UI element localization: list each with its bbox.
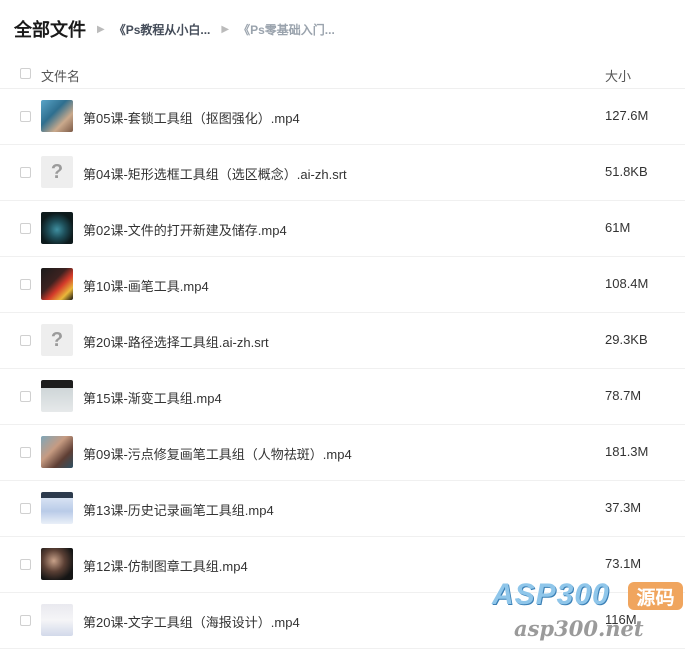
file-name[interactable]: 第09课-污点修复画笔工具组（人物祛斑）.mp4 (83, 444, 352, 463)
file-name[interactable]: 第20课-文字工具组（海报设计）.mp4 (83, 612, 300, 631)
file-size: 61M (605, 220, 631, 235)
file-row[interactable]: ? 第04课-矩形选框工具组（选区概念）.ai-zh.srt 51.8KB (0, 145, 685, 201)
row-checkbox[interactable] (20, 279, 31, 290)
file-name[interactable]: 第10课-画笔工具.mp4 (83, 276, 209, 295)
video-thumbnail (41, 604, 73, 636)
video-thumbnail (41, 100, 73, 132)
breadcrumb-separator-icon: ▶ (97, 23, 105, 35)
file-name[interactable]: 第12课-仿制图章工具组.mp4 (83, 556, 248, 575)
file-row[interactable]: 第05课-套锁工具组（抠图强化）.mp4 127.6M (0, 89, 685, 145)
row-checkbox[interactable] (20, 391, 31, 402)
file-size: 127.6M (605, 108, 649, 123)
file-row[interactable]: 第09课-污点修复画笔工具组（人物祛斑）.mp4 181.3M (0, 425, 685, 481)
file-size: 78.7M (605, 388, 642, 403)
file-row[interactable]: 第13课-历史记录画笔工具组.mp4 37.3M (0, 481, 685, 537)
video-thumbnail (41, 548, 73, 580)
video-thumbnail (41, 436, 73, 468)
column-header-size[interactable]: 大小 (605, 66, 631, 85)
file-row[interactable]: ? 第20课-路径选择工具组.ai-zh.srt 29.3KB (0, 313, 685, 369)
breadcrumb: 全部文件 ▶ 《Ps教程从小白... ▶ 《Ps零基础入门... (14, 14, 335, 44)
file-size: 108.4M (605, 276, 649, 291)
column-header-name[interactable]: 文件名 (41, 66, 80, 85)
file-name[interactable]: 第20课-路径选择工具组.ai-zh.srt (83, 332, 269, 351)
breadcrumb-item-current: 《Ps零基础入门... (238, 22, 335, 37)
breadcrumb-separator-icon: ▶ (221, 23, 230, 35)
row-checkbox[interactable] (20, 335, 31, 346)
file-name[interactable]: 第02课-文件的打开新建及储存.mp4 (83, 220, 287, 239)
file-size: 73.1M (605, 556, 642, 571)
unknown-file-icon: ? (41, 156, 73, 188)
row-checkbox[interactable] (20, 615, 31, 626)
file-name[interactable]: 第04课-矩形选框工具组（选区概念）.ai-zh.srt (83, 164, 347, 183)
watermark-brand: ASP300 (492, 578, 610, 611)
video-thumbnail (41, 380, 73, 412)
row-checkbox[interactable] (20, 447, 31, 458)
file-size: 51.8KB (605, 164, 648, 179)
video-thumbnail (41, 212, 73, 244)
file-row[interactable]: 第15课-渐变工具组.mp4 78.7M (0, 369, 685, 425)
file-list: 第05课-套锁工具组（抠图强化）.mp4 127.6M ? 第04课-矩形选框工… (0, 89, 685, 649)
file-name[interactable]: 第13课-历史记录画笔工具组.mp4 (83, 500, 274, 519)
file-name[interactable]: 第05课-套锁工具组（抠图强化）.mp4 (83, 108, 300, 127)
video-thumbnail (41, 268, 73, 300)
watermark-badge: 源码 (628, 582, 683, 610)
unknown-file-icon: ? (41, 324, 73, 356)
row-checkbox[interactable] (20, 503, 31, 514)
row-checkbox[interactable] (20, 559, 31, 570)
file-name[interactable]: 第15课-渐变工具组.mp4 (83, 388, 222, 407)
file-row[interactable]: 第02课-文件的打开新建及储存.mp4 61M (0, 201, 685, 257)
file-size: 29.3KB (605, 332, 648, 347)
select-all-checkbox[interactable] (20, 68, 31, 79)
watermark-url: asp300.net (514, 616, 644, 641)
watermark: ASP300 源码 asp300.net (492, 578, 683, 648)
file-size: 181.3M (605, 444, 649, 459)
row-checkbox[interactable] (20, 111, 31, 122)
row-checkbox[interactable] (20, 167, 31, 178)
file-list-header: 文件名 大小 (0, 60, 685, 89)
file-size: 37.3M (605, 500, 642, 515)
video-thumbnail (41, 492, 73, 524)
file-row[interactable]: 第10课-画笔工具.mp4 108.4M (0, 257, 685, 313)
breadcrumb-item[interactable]: 《Ps教程从小白... (114, 21, 211, 38)
row-checkbox[interactable] (20, 223, 31, 234)
breadcrumb-root[interactable]: 全部文件 (14, 16, 86, 42)
